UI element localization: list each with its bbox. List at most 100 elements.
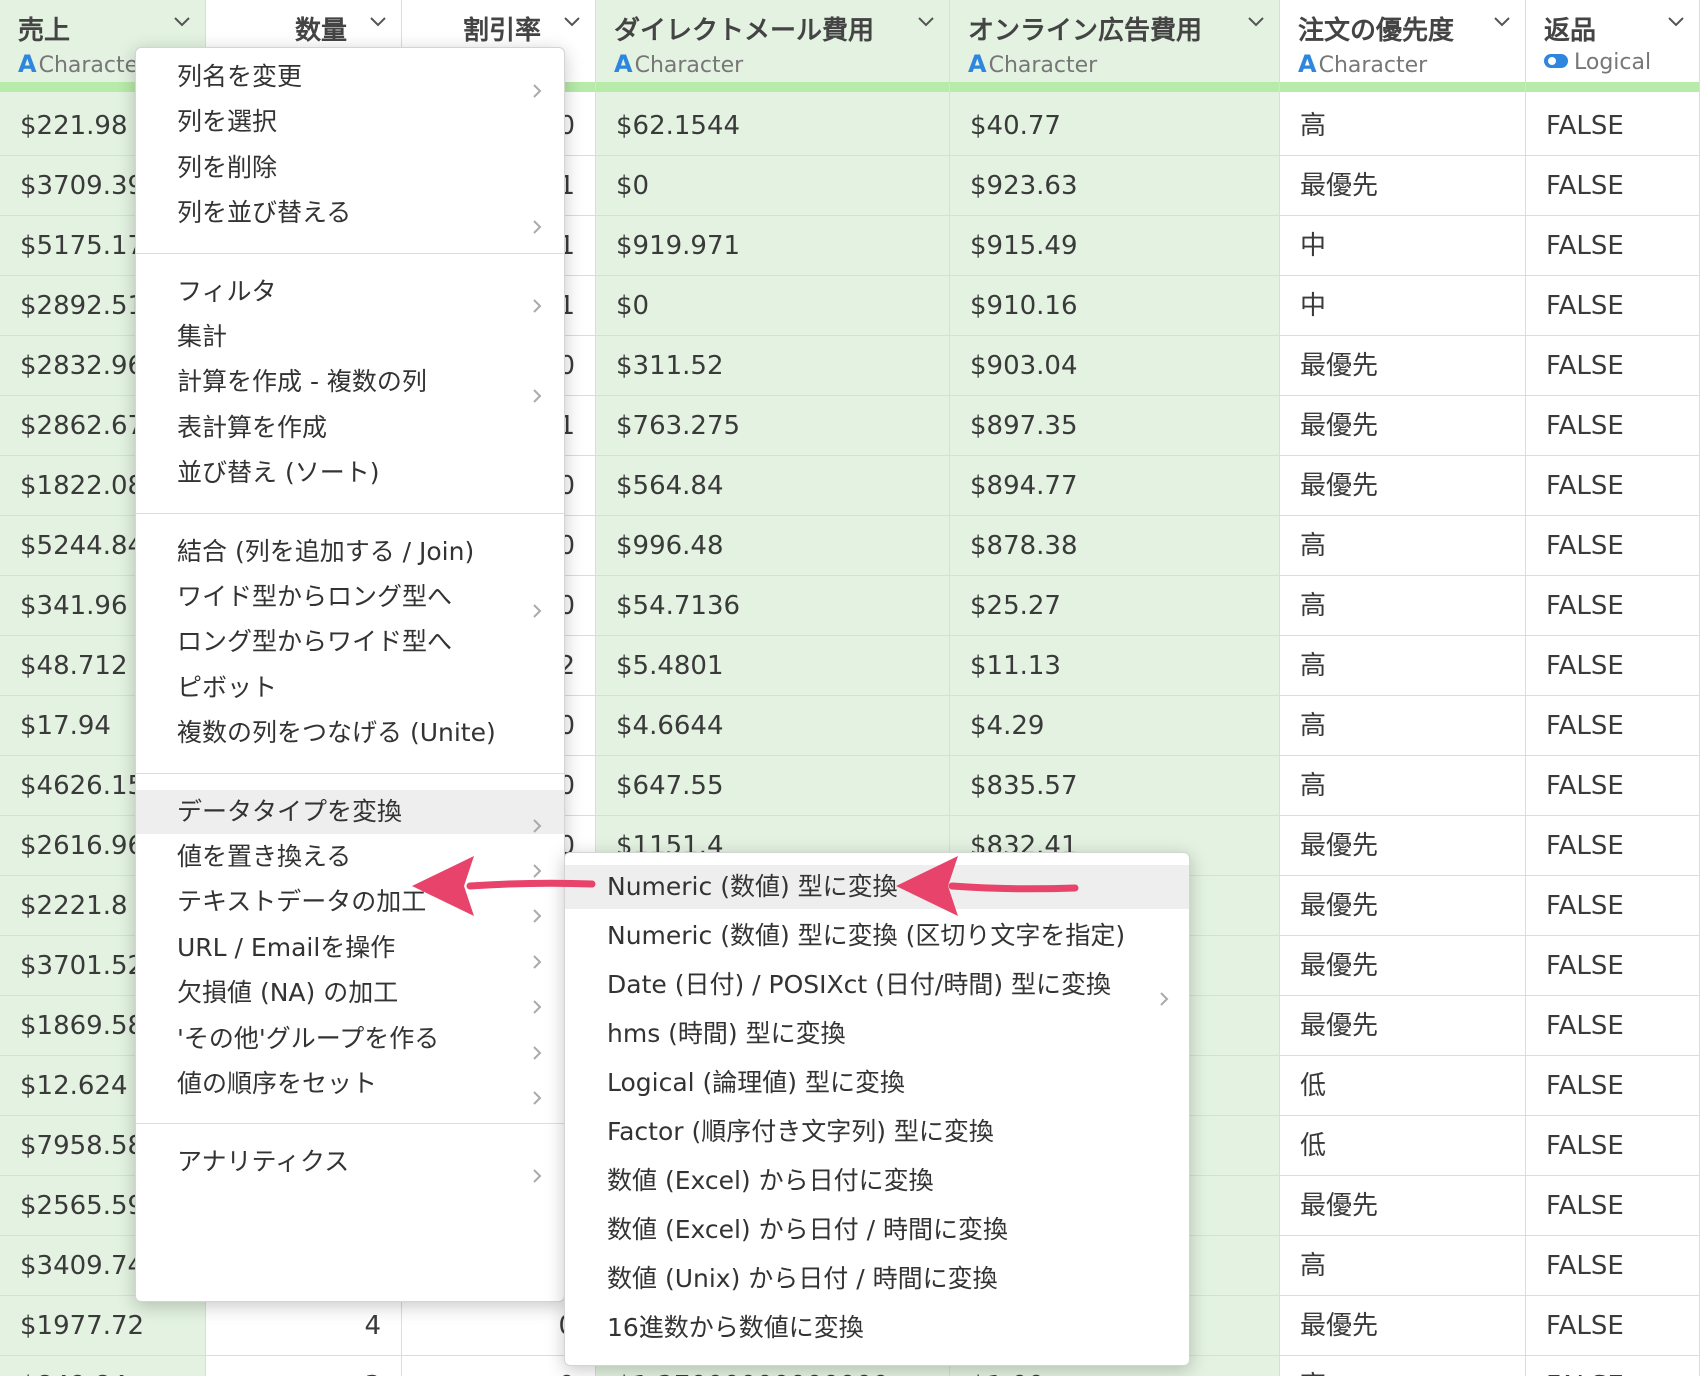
menu-item[interactable]: 計算を作成 - 複数の列 <box>136 360 564 404</box>
menu-item[interactable]: 値を置き換える <box>136 835 564 879</box>
table-cell[interactable]: FALSE <box>1526 576 1699 636</box>
table-cell[interactable]: 最優先 <box>1280 1176 1525 1236</box>
table-cell[interactable]: FALSE <box>1526 156 1699 216</box>
column-header[interactable]: オンライン広告費用 ACharacter <box>950 0 1279 84</box>
table-cell[interactable]: $4.6644 <box>596 696 949 756</box>
column-header[interactable]: 返品 Logical <box>1526 0 1699 84</box>
table-cell[interactable]: FALSE <box>1526 816 1699 876</box>
table-cell[interactable]: FALSE <box>1526 96 1699 156</box>
table-cell[interactable]: FALSE <box>1526 756 1699 816</box>
table-cell[interactable]: $897.35 <box>950 396 1279 456</box>
table-cell[interactable]: FALSE <box>1526 936 1699 996</box>
table-cell[interactable]: FALSE <box>1526 276 1699 336</box>
table-cell[interactable]: $915.49 <box>950 216 1279 276</box>
table-cell[interactable]: $564.84 <box>596 456 949 516</box>
menu-item[interactable]: 結合 (列を追加する / Join) <box>136 530 564 574</box>
table-cell[interactable]: FALSE <box>1526 876 1699 936</box>
menu-item[interactable]: 複数の列をつなげる (Unite) <box>136 711 564 755</box>
table-cell[interactable]: 最優先 <box>1280 336 1525 396</box>
table-cell[interactable]: $62.1544 <box>596 96 949 156</box>
table-cell[interactable]: FALSE <box>1526 636 1699 696</box>
menu-item[interactable]: 'その他'グループを作る <box>136 1017 564 1061</box>
chevron-down-icon[interactable] <box>563 16 580 30</box>
menu-item[interactable]: 集計 <box>136 315 564 359</box>
table-cell[interactable]: FALSE <box>1526 996 1699 1056</box>
table-cell[interactable]: 中 <box>1280 276 1525 336</box>
menu-item[interactable]: テキストデータの加工 <box>136 880 564 924</box>
table-cell[interactable]: 4 <box>206 1296 401 1356</box>
chevron-down-icon[interactable] <box>1247 16 1264 30</box>
table-cell[interactable]: FALSE <box>1526 696 1699 756</box>
table-cell[interactable]: 高 <box>1280 636 1525 696</box>
table-cell[interactable]: 低 <box>1280 1116 1525 1176</box>
menu-item[interactable]: フィルタ <box>136 270 564 314</box>
submenu-item[interactable]: Numeric (数値) 型に変換 <box>565 865 1189 909</box>
table-cell[interactable]: $54.7136 <box>596 576 949 636</box>
table-cell[interactable]: 高 <box>1280 1356 1525 1376</box>
menu-item[interactable]: ピボット <box>136 666 564 710</box>
menu-item[interactable]: URL / Emailを操作 <box>136 926 564 970</box>
table-cell[interactable]: 最優先 <box>1280 936 1525 996</box>
menu-item[interactable]: 列を削除 <box>136 146 564 190</box>
submenu-item[interactable]: Numeric (数値) 型に変換 (区切り文字を指定) <box>565 914 1189 958</box>
table-cell[interactable]: 低 <box>1280 1056 1525 1116</box>
table-cell[interactable]: 高 <box>1280 576 1525 636</box>
table-cell[interactable]: $910.16 <box>950 276 1279 336</box>
menu-item[interactable]: 並び替え (ソート) <box>136 451 564 495</box>
table-cell[interactable]: $0 <box>596 156 949 216</box>
table-cell[interactable]: FALSE <box>1526 516 1699 576</box>
menu-item[interactable]: 列を選択 <box>136 100 564 144</box>
submenu-item[interactable]: 数値 (Excel) から日付に変換 <box>565 1159 1189 1203</box>
chevron-down-icon[interactable] <box>369 16 386 30</box>
table-cell[interactable]: $4.29 <box>950 696 1279 756</box>
submenu-item[interactable]: 数値 (Unix) から日付 / 時間に変換 <box>565 1257 1189 1301</box>
menu-item[interactable]: 列を並び替える <box>136 191 564 235</box>
table-cell[interactable]: 高 <box>1280 756 1525 816</box>
table-cell[interactable]: $849.84 <box>0 1356 205 1376</box>
submenu-item[interactable]: Factor (順序付き文字列) 型に変換 <box>565 1110 1189 1154</box>
submenu-item[interactable]: Date (日付) / POSIXct (日付/時間) 型に変換 <box>565 963 1189 1007</box>
table-cell[interactable]: $763.275 <box>596 396 949 456</box>
table-cell[interactable]: $919.971 <box>596 216 949 276</box>
table-cell[interactable]: FALSE <box>1526 336 1699 396</box>
table-cell[interactable]: $25.27 <box>950 576 1279 636</box>
table-cell[interactable]: 最優先 <box>1280 1296 1525 1356</box>
table-cell[interactable]: $647.55 <box>596 756 949 816</box>
table-cell[interactable]: $311.52 <box>596 336 949 396</box>
table-cell[interactable]: 高 <box>1280 696 1525 756</box>
table-cell[interactable]: FALSE <box>1526 1356 1699 1376</box>
table-cell[interactable]: $835.57 <box>950 756 1279 816</box>
menu-item[interactable]: 列名を変更 <box>136 55 564 99</box>
menu-item[interactable]: 値の順序をセット <box>136 1062 564 1106</box>
table-cell[interactable]: FALSE <box>1526 456 1699 516</box>
table-cell[interactable]: $5.4801 <box>596 636 949 696</box>
submenu-item[interactable]: 数値 (Excel) から日付 / 時間に変換 <box>565 1208 1189 1252</box>
table-cell[interactable]: $40.77 <box>950 96 1279 156</box>
chevron-down-icon[interactable] <box>173 16 190 30</box>
table-cell[interactable]: 3 <box>206 1356 401 1376</box>
table-cell[interactable]: 最優先 <box>1280 456 1525 516</box>
table-cell[interactable]: 高 <box>1280 1236 1525 1296</box>
menu-item[interactable]: データタイプを変換 <box>136 790 564 834</box>
column-col-6[interactable]: 返品 Logical FALSE FALSE FALSE FALSE FALSE FALSE F… <box>1526 0 1700 1376</box>
submenu-item[interactable]: 16進数から数値に変換 <box>565 1306 1189 1350</box>
table-cell[interactable]: FALSE <box>1526 396 1699 456</box>
column-header[interactable]: ダイレクトメール費用 ACharacter <box>596 0 949 84</box>
table-cell[interactable]: FALSE <box>1526 216 1699 276</box>
table-cell[interactable]: $1977.72 <box>0 1296 205 1356</box>
table-cell[interactable]: $996.48 <box>596 516 949 576</box>
chevron-down-icon[interactable] <box>1493 16 1510 30</box>
table-cell[interactable]: $0 <box>596 276 949 336</box>
menu-item[interactable]: アナリティクス <box>136 1140 564 1184</box>
column-col-5[interactable]: 注文の優先度 ACharacter 高最優先中中最優先 最優先 最優先高高高高高最優先最… <box>1280 0 1526 1376</box>
menu-item[interactable]: 表計算を作成 <box>136 406 564 450</box>
chevron-down-icon[interactable] <box>917 16 934 30</box>
table-cell[interactable]: 最優先 <box>1280 996 1525 1056</box>
table-cell[interactable]: 中 <box>1280 216 1525 276</box>
menu-item[interactable]: 欠損値 (NA) の加工 <box>136 971 564 1015</box>
table-cell[interactable]: FALSE <box>1526 1296 1699 1356</box>
table-cell[interactable]: 最優先 <box>1280 156 1525 216</box>
chevron-down-icon[interactable] <box>1667 16 1684 30</box>
table-cell[interactable]: FALSE <box>1526 1236 1699 1296</box>
table-cell[interactable]: 最優先 <box>1280 816 1525 876</box>
